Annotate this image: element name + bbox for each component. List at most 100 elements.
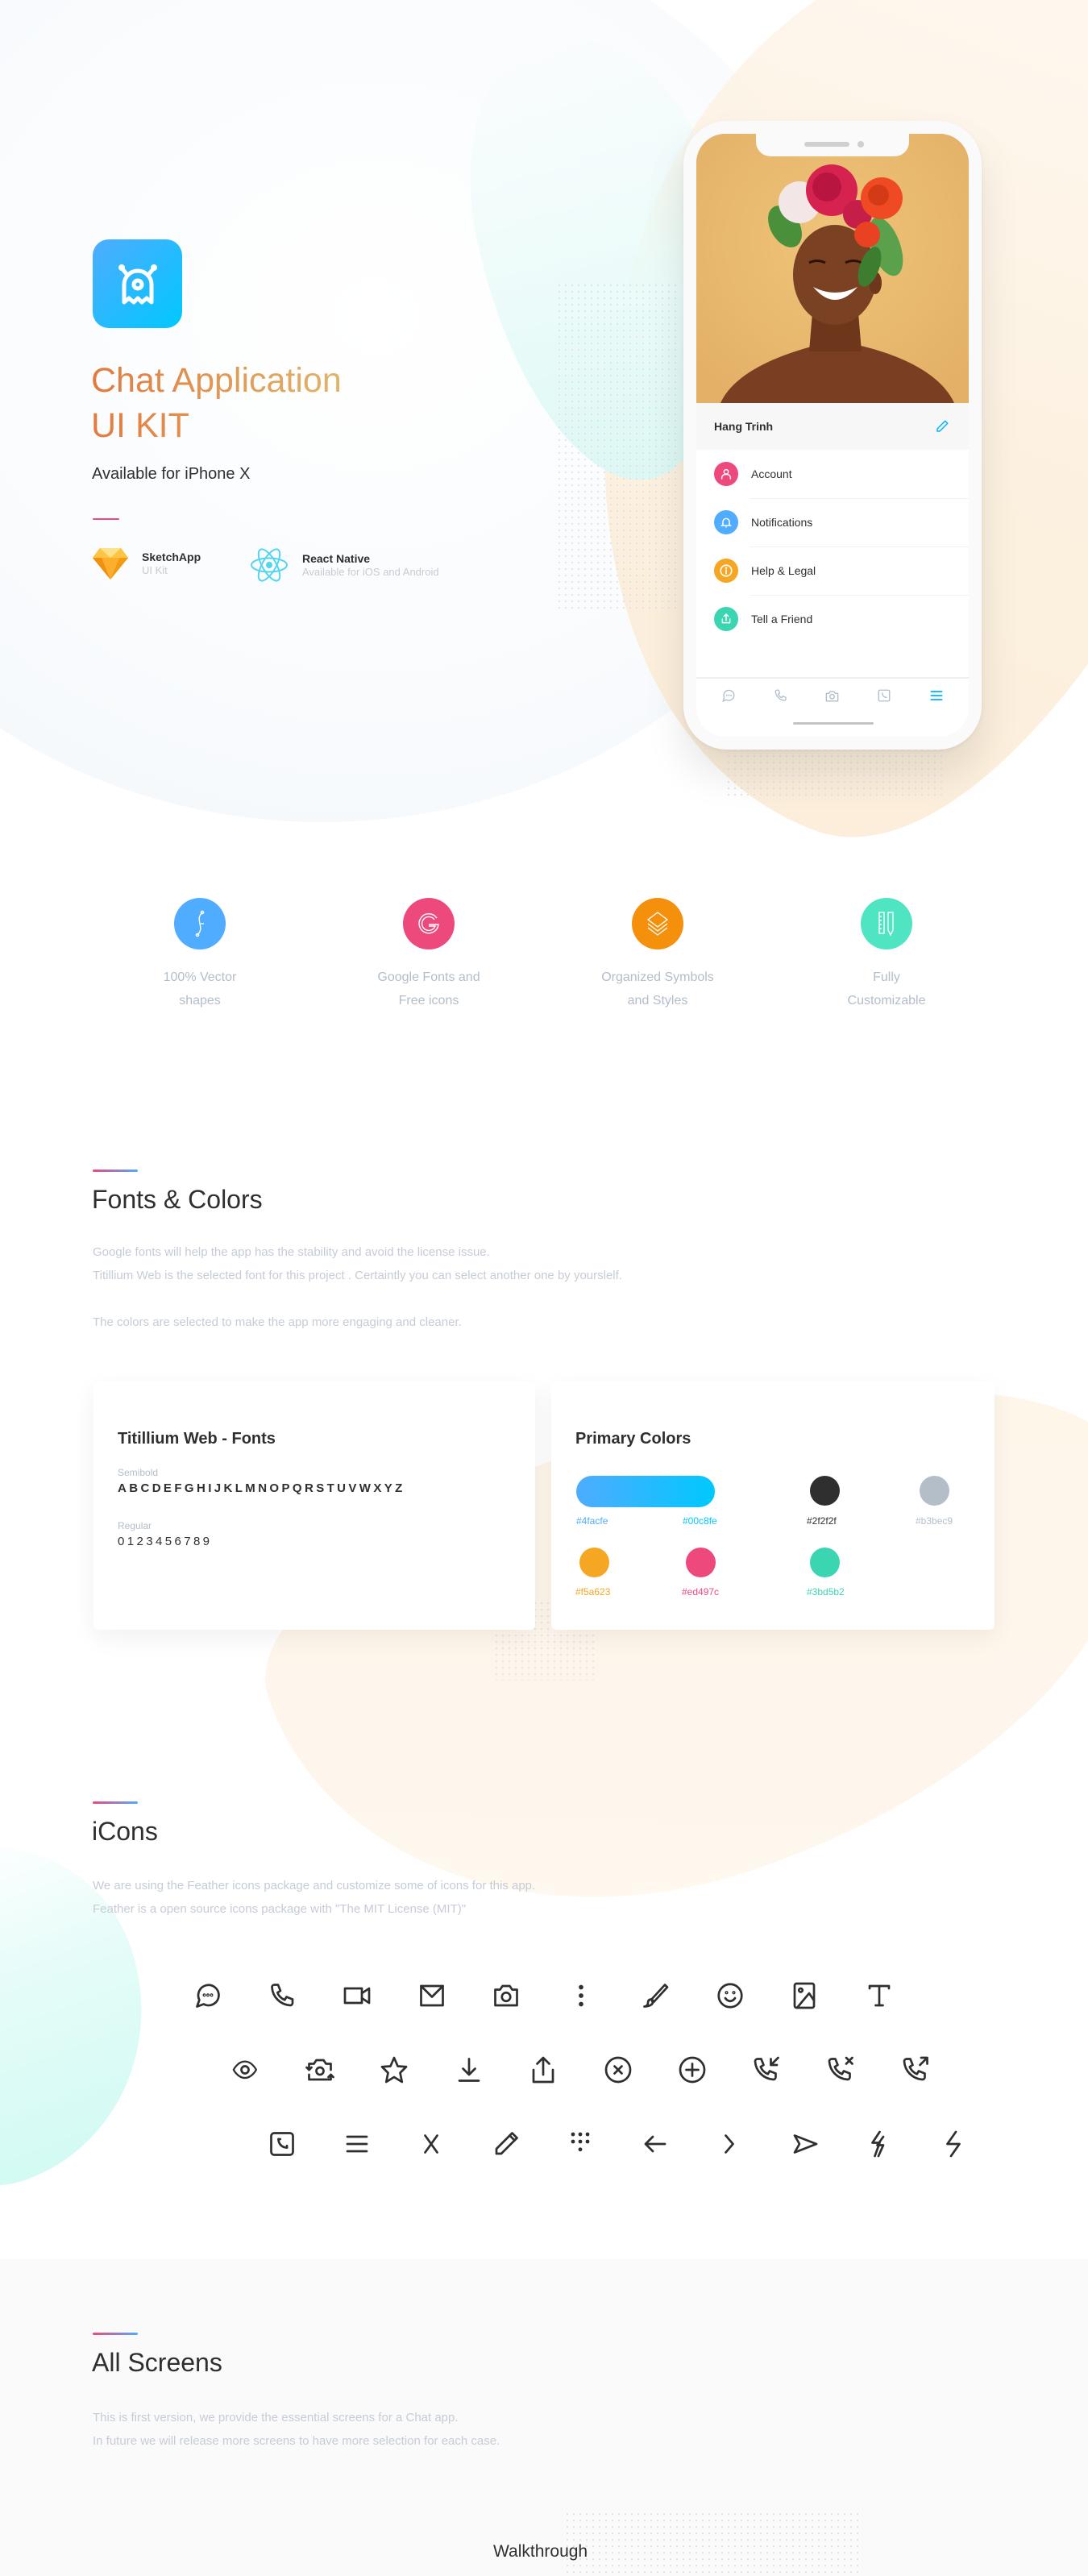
tab-menu[interactable] (924, 683, 949, 708)
ghost-monster-icon (118, 264, 157, 305)
gradient-swatch (576, 1476, 715, 1507)
tab-camera[interactable] (820, 683, 845, 708)
section-divider (93, 1801, 138, 1804)
dot-pattern (556, 282, 677, 613)
download-icon[interactable] (432, 2050, 507, 2090)
tab-chat[interactable] (716, 683, 741, 708)
phone-incoming-icon[interactable] (730, 2050, 805, 2090)
color-code: #2f2f2f (807, 1515, 837, 1527)
menu-item-tell-friend[interactable]: Tell a Friend (696, 595, 969, 643)
dot-pattern (564, 2511, 862, 2576)
color-card: Primary Colors #4facfe #00c8fe #2f2f2f #… (551, 1381, 995, 1630)
smile-icon[interactable] (693, 1976, 768, 2016)
flash-icon[interactable] (916, 2124, 991, 2164)
section-desc-line: This is first version, we provide the es… (93, 2411, 459, 2424)
send-icon[interactable] (767, 2124, 842, 2164)
color-card-title: Primary Colors (575, 1430, 691, 1448)
sketch-diamond-icon (93, 548, 128, 580)
menu-icon[interactable] (320, 2124, 395, 2164)
color-swatch-dark (810, 1476, 840, 1506)
bell-icon (714, 510, 738, 534)
font-weight-label: Semibold (118, 1467, 159, 1478)
phone-speaker (804, 142, 849, 147)
phone-mockup: Hang Trinh Account Notifications Help & … (683, 121, 982, 750)
phone-missed-icon[interactable] (804, 2050, 879, 2090)
icon-row-3 (245, 2124, 990, 2164)
layers-icon (632, 898, 683, 949)
chevron-right-icon[interactable] (692, 2124, 767, 2164)
phone-icon[interactable] (246, 1976, 321, 2016)
platform-desc: UI Kit (142, 564, 168, 576)
section-desc: Google fonts will help the app has the s… (93, 1240, 622, 1287)
share-upload-icon[interactable] (506, 2050, 581, 2090)
video-icon[interactable] (320, 1976, 395, 2016)
image-icon[interactable] (767, 1976, 842, 2016)
message-circle-icon[interactable] (171, 1976, 246, 2016)
mail-icon[interactable] (395, 1976, 470, 2016)
color-swatch-pink (686, 1548, 716, 1577)
app-icon (93, 239, 182, 328)
section-divider (93, 2333, 138, 2335)
section-title-all-screens: All Screens (92, 2348, 222, 2377)
platform-sketch: SketchApp UI Kit (92, 546, 201, 580)
color-code: #f5a623 (575, 1586, 611, 1598)
x-icon[interactable] (394, 2124, 469, 2164)
icon-row-2 (208, 2050, 953, 2090)
menu-item-help-legal[interactable]: Help & Legal (696, 546, 969, 595)
phone-icon (774, 689, 787, 701)
color-swatch-orange (579, 1548, 609, 1577)
chat-icon (722, 689, 735, 702)
react-atom-icon (251, 548, 288, 582)
dialpad-icon[interactable] (543, 2124, 618, 2164)
feature-label: Organized Symbols and Styles (601, 970, 714, 1008)
camera-flip-icon[interactable] (283, 2050, 358, 2090)
font-sample-letters: ABCDEFGHIJKLMNOPQRSTUVWXYZ (118, 1481, 405, 1495)
menu-item-label: Help & Legal (751, 564, 816, 577)
star-icon[interactable] (357, 2050, 432, 2090)
menu-item-notifications[interactable]: Notifications (696, 498, 969, 546)
section-desc: We are using the Feather icons package a… (93, 1874, 535, 1921)
section-desc-line: We are using the Feather icons package a… (93, 1879, 536, 1893)
color-swatch-gray (920, 1476, 949, 1506)
menu-item-label: Tell a Friend (751, 613, 813, 625)
pencil-icon[interactable] (469, 2124, 544, 2164)
platform-name: React Native (302, 552, 371, 565)
phone-outgoing-icon[interactable] (879, 2050, 954, 2090)
profile-photo[interactable] (696, 134, 969, 403)
feature-label: Fully Customizable (847, 970, 926, 1008)
more-vertical-icon[interactable] (544, 1976, 619, 2016)
flash-off-icon[interactable] (841, 2124, 916, 2164)
hero-subtitle: Available for iPhone X (92, 465, 251, 483)
phone-camera-dot (858, 141, 864, 147)
type-icon[interactable] (842, 1976, 917, 2016)
arrow-left-icon[interactable] (618, 2124, 693, 2164)
user-icon (714, 462, 738, 486)
brush-icon[interactable] (618, 1976, 693, 2016)
home-indicator (793, 722, 874, 725)
vector-path-icon (174, 898, 226, 949)
platform-name: SketchApp (142, 551, 201, 563)
tab-calls[interactable] (769, 683, 793, 708)
font-card: Titillium Web - Fonts Semibold ABCDEFGHI… (93, 1381, 535, 1630)
settings-menu: Account Notifications Help & Legal Tell … (696, 450, 969, 643)
hero-title-line-2: UI KIT (91, 406, 189, 445)
camera-icon[interactable] (469, 1976, 544, 2016)
icon-row-1 (171, 1976, 916, 2016)
profile-header: Hang Trinh (696, 403, 969, 450)
pencil-icon[interactable] (935, 419, 949, 434)
info-icon (714, 559, 738, 583)
walkthrough-heading: Walkthrough (493, 2542, 588, 2561)
font-weight-label: Regular (118, 1520, 152, 1531)
phone-square-icon[interactable] (245, 2124, 320, 2164)
color-code: #3bd5b2 (807, 1586, 845, 1598)
eye-icon[interactable] (208, 2050, 283, 2090)
plus-circle-icon[interactable] (655, 2050, 730, 2090)
x-circle-icon[interactable] (581, 2050, 656, 2090)
menu-item-account[interactable]: Account (696, 450, 969, 498)
tab-contacts[interactable] (872, 683, 896, 708)
section-title-fonts-colors: Fonts & Colors (92, 1185, 263, 1214)
section-desc-line: Google fonts will help the app has the s… (93, 1245, 490, 1259)
section-desc-line: Feather is a open source icons package w… (93, 1902, 467, 1916)
color-code: #00c8fe (683, 1515, 717, 1527)
share-icon (714, 607, 738, 631)
